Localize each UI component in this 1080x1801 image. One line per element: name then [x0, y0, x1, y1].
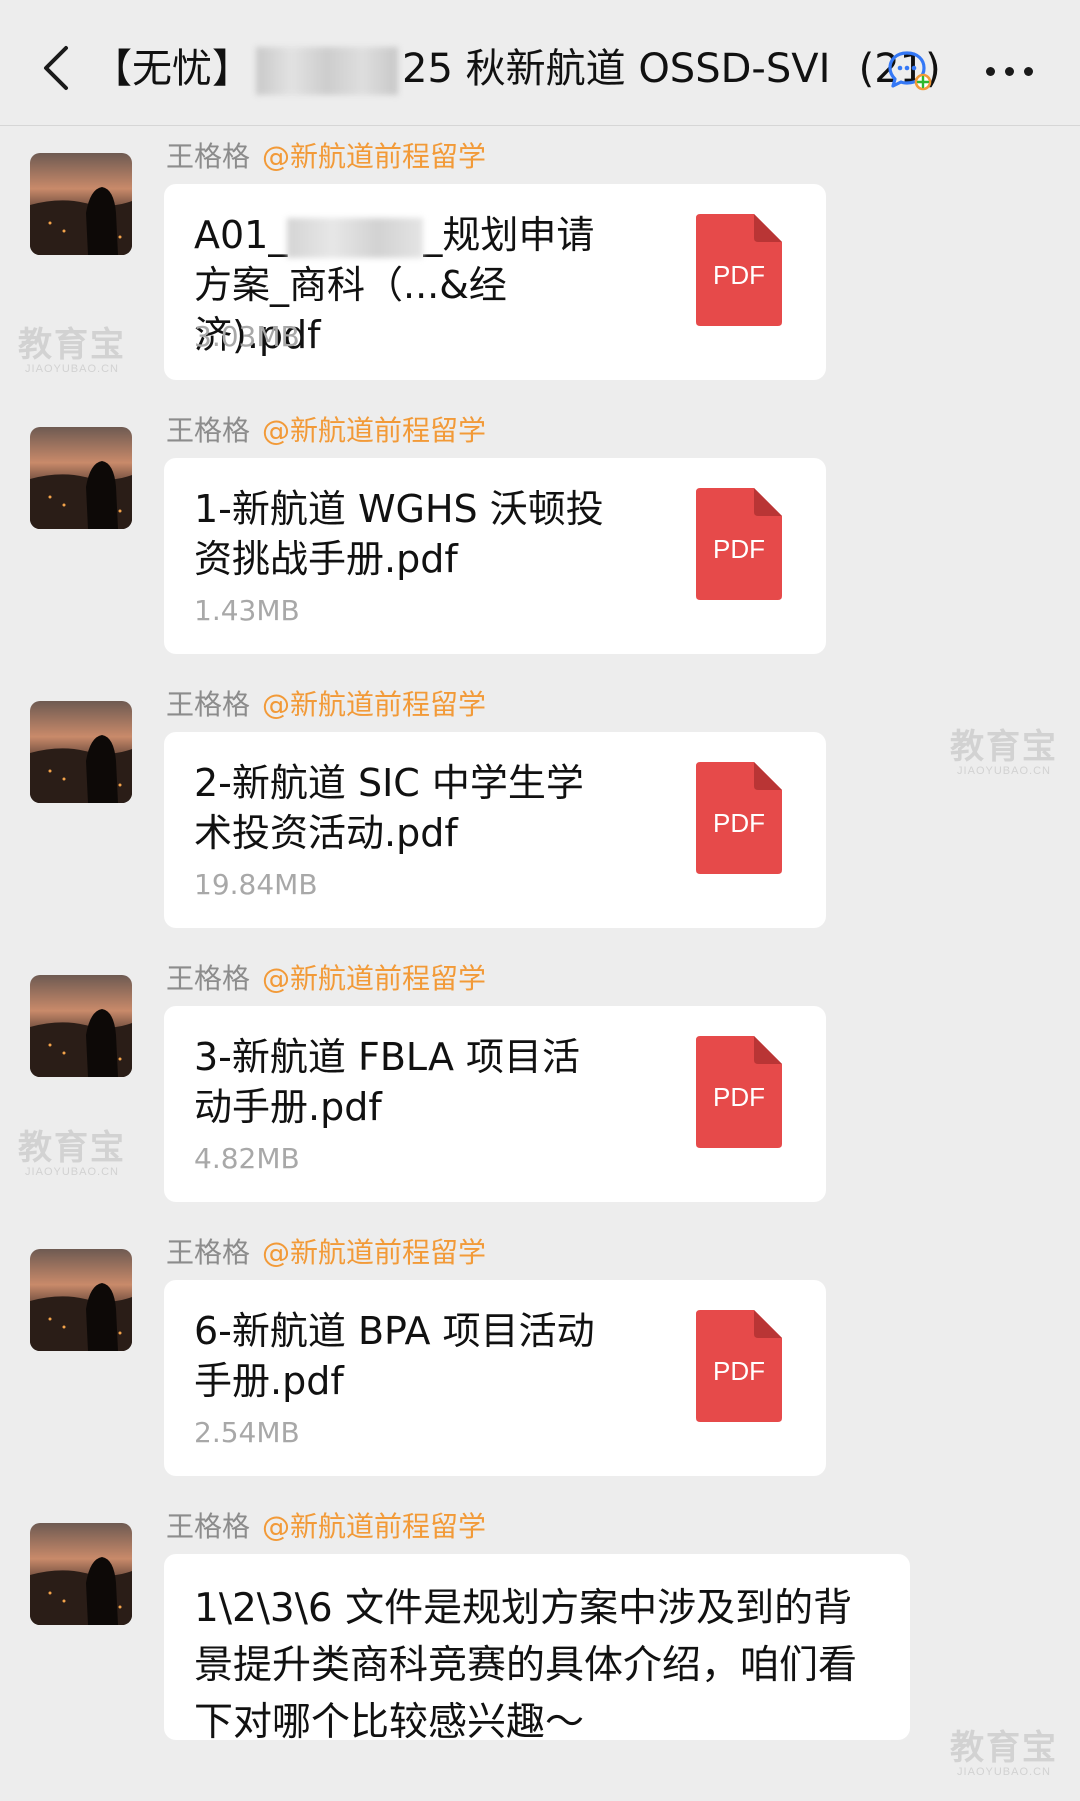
- watermark-text: 教育宝: [950, 1729, 1058, 1767]
- sender-line: 王格格 @新航道前程留学: [166, 1233, 486, 1273]
- avatar[interactable]: [30, 975, 132, 1077]
- avatar[interactable]: [30, 701, 132, 803]
- more-dot: [1005, 67, 1014, 76]
- chat-header: 【无忧】 25 秋新航道 OSSD-SVI (21): [0, 0, 1080, 126]
- title-prefix: 【无忧】: [92, 46, 252, 92]
- file-bubble[interactable]: 6-新航道 BPA 项目活动手册.pdf 2.54MB PDF: [164, 1280, 826, 1476]
- redacted-name: [256, 47, 398, 95]
- chevron-left-icon: [44, 46, 68, 90]
- message-text: 1\2\3\6 文件是规划方案中涉及到的背景提升类商科竞赛的具体介绍，咱们看下对…: [194, 1586, 858, 1745]
- sender-name: 王格格: [166, 962, 251, 995]
- text-bubble[interactable]: 1\2\3\6 文件是规划方案中涉及到的背景提升类商科竞赛的具体介绍，咱们看下对…: [164, 1554, 910, 1745]
- avatar[interactable]: [30, 153, 132, 255]
- pdf-file-icon: PDF: [696, 1036, 782, 1148]
- pdf-file-icon: PDF: [696, 488, 782, 600]
- sender-name: 王格格: [166, 1510, 251, 1543]
- pdf-file-icon: PDF: [696, 1310, 782, 1422]
- sender-line: 王格格 @新航道前程留学: [166, 411, 486, 451]
- sender-name: 王格格: [166, 414, 251, 447]
- file-bubble[interactable]: 3-新航道 FBLA 项目活动手册.pdf 4.82MB PDF: [164, 1006, 826, 1202]
- file-bubble[interactable]: 1-新航道 WGHS 沃顿投资挑战手册.pdf 1.43MB PDF: [164, 458, 826, 654]
- title-main: 25 秋新航道 OSSD-SV: [402, 46, 819, 92]
- file-size: 2.54MB: [194, 1416, 300, 1449]
- watermark-logo: 教育宝 JIAOYUBAO.CN: [950, 730, 1058, 777]
- pdf-label: PDF: [713, 260, 765, 290]
- file-size: 4.82MB: [194, 1142, 300, 1175]
- more-dot: [1024, 67, 1033, 76]
- file-name: 1-新航道 WGHS 沃顿投资挑战手册.pdf: [194, 487, 604, 581]
- file-bubble[interactable]: 2-新航道 SIC 中学生学术投资活动.pdf 19.84MB PDF: [164, 732, 826, 928]
- sender-line: 王格格 @新航道前程留学: [166, 137, 486, 177]
- watermark-url: JIAOYUBAO.CN: [25, 1166, 119, 1178]
- sender-company: @新航道前程留学: [262, 1510, 487, 1543]
- file-bubble[interactable]: A01_ _规划申请方案_商科（...&经济).pdf 3.03MB PDF: [164, 184, 826, 380]
- avatar[interactable]: [30, 1249, 132, 1351]
- sender-company: @新航道前程留学: [262, 688, 487, 721]
- redacted-name: [287, 217, 424, 258]
- watermark-logo: 教育宝 JIAOYUBAO.CN: [950, 1731, 1058, 1778]
- sender-company: @新航道前程留学: [262, 140, 487, 173]
- file-size: 19.84MB: [194, 868, 318, 901]
- pdf-label: PDF: [713, 1356, 765, 1386]
- pdf-label: PDF: [713, 1082, 765, 1112]
- file-name: 3-新航道 FBLA 项目活动手册.pdf: [194, 1035, 581, 1129]
- watermark-url: JIAOYUBAO.CN: [25, 363, 119, 375]
- file-name-start: A01_: [194, 213, 288, 257]
- chat-bubbles-icon: [887, 49, 933, 93]
- back-button[interactable]: [38, 45, 74, 91]
- avatar[interactable]: [30, 427, 132, 529]
- file-name: 6-新航道 BPA 项目活动手册.pdf: [194, 1309, 595, 1403]
- pdf-label: PDF: [713, 534, 765, 564]
- title-cut: I: [818, 46, 831, 92]
- watermark-logo: 教育宝 JIAOYUBAO.CN: [18, 328, 126, 375]
- chat-title[interactable]: 【无忧】 25 秋新航道 OSSD-SVI (21): [92, 38, 941, 100]
- pdf-label: PDF: [713, 808, 765, 838]
- watermark-url: JIAOYUBAO.CN: [957, 765, 1051, 777]
- sender-name: 王格格: [166, 688, 251, 721]
- sender-company: @新航道前程留学: [262, 1236, 487, 1269]
- watermark-url: JIAOYUBAO.CN: [957, 1766, 1051, 1778]
- avatar[interactable]: [30, 1523, 132, 1625]
- sender-company: @新航道前程留学: [262, 962, 487, 995]
- watermark-text: 教育宝: [18, 1129, 126, 1167]
- sender-name: 王格格: [166, 140, 251, 173]
- watermark-text: 教育宝: [18, 326, 126, 364]
- file-size: 1.43MB: [194, 594, 300, 627]
- sender-line: 王格格 @新航道前程留学: [166, 959, 486, 999]
- file-size: 3.03MB: [194, 320, 300, 353]
- more-dot: [986, 67, 995, 76]
- pdf-file-icon: PDF: [696, 214, 782, 326]
- more-button[interactable]: [982, 55, 1038, 85]
- pdf-file-icon: PDF: [696, 762, 782, 874]
- sender-company: @新航道前程留学: [262, 414, 487, 447]
- file-name: 2-新航道 SIC 中学生学术投资活动.pdf: [194, 761, 584, 855]
- sender-line: 王格格 @新航道前程留学: [166, 685, 486, 725]
- sender-line: 王格格 @新航道前程留学: [166, 1507, 486, 1547]
- watermark-text: 教育宝: [950, 728, 1058, 766]
- watermark-logo: 教育宝 JIAOYUBAO.CN: [18, 1131, 126, 1178]
- sender-name: 王格格: [166, 1236, 251, 1269]
